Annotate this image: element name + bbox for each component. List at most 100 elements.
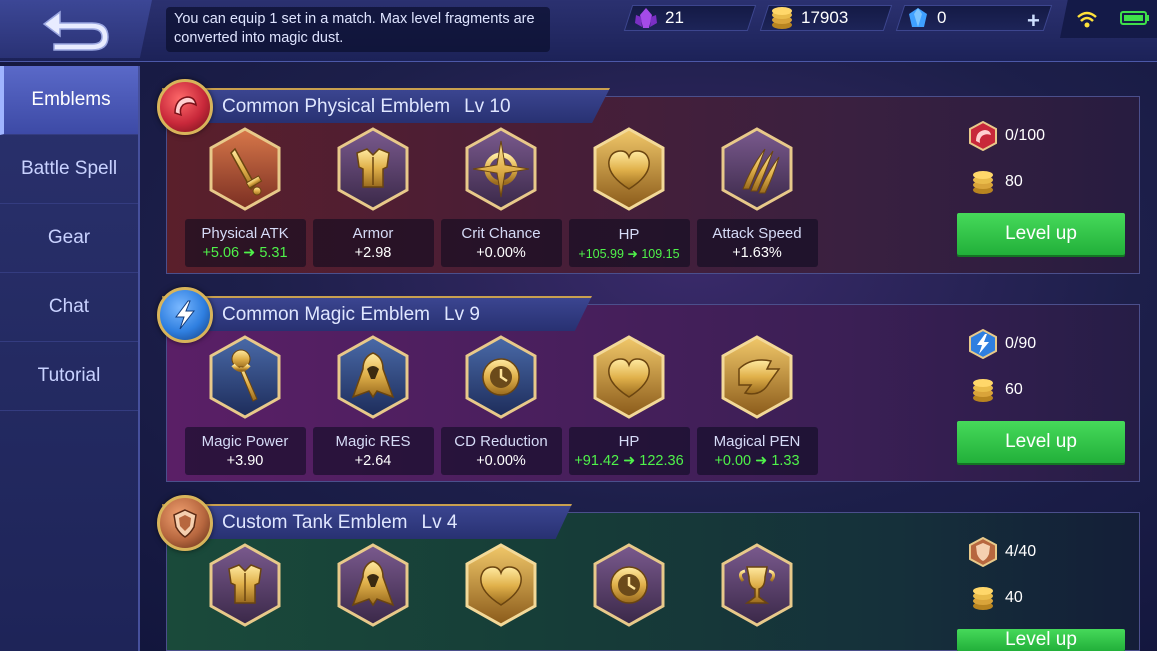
stat-value: +2.64 [354,453,392,469]
sidebar-item-battle-spell[interactable]: Battle Spell [0,135,138,204]
stat-name: Armor [352,225,394,242]
stat-box: HP +91.42 ➜ 122.36 [568,427,690,475]
stat-box: Attack Speed +1.63% [696,219,818,267]
stat-cd-reduction: CD Reduction +0.00% [437,335,565,475]
wifi-icon [1077,11,1097,28]
emblem-side-info: 0/90 60 [967,329,1137,421]
level-up-cost: 40 [1005,589,1023,606]
stat-value: +0.00% [476,245,526,261]
currency-crystal: 21 [623,5,757,31]
gold-coins-icon [967,167,999,197]
sidebar-item-gear[interactable]: Gear [0,204,138,273]
level-up-button[interactable]: Level up [957,629,1125,651]
armor-icon[interactable] [337,127,409,211]
emblem-level: Lv 9 [444,304,480,325]
stat-name: HP [618,225,640,243]
emblem-name: Custom Tank Emblem [222,512,408,533]
stat-box: HP +105.99 ➜ 109.15 [568,219,690,267]
emblem-panel-tank: Custom Tank Emblem Lv 4 4/40 40 Level up [157,495,1140,651]
stat-armor: Armor +2.98 [309,127,437,267]
stat-name: CD Reduction [454,433,548,450]
stat-name: Physical ATK [201,225,289,242]
magic-pen-icon[interactable] [721,335,793,419]
stat-box: Physical ATK +5.06 ➜ 5.31 [184,219,306,267]
sidebar: Emblems Battle Spell Gear Chat Tutorial [0,66,140,651]
stat-box: Crit Chance +0.00% [440,219,562,267]
stat-name: HP [618,433,640,450]
stat-magical-pen: Magical PEN +0.00 ➜ 1.33 [693,335,821,475]
crit-icon[interactable] [465,127,537,211]
emblem-banner: Custom Tank Emblem Lv 4 [162,504,572,539]
magic-emblem-icon [157,287,213,343]
stat-value: +0.00% [476,453,526,469]
heart-icon[interactable] [593,335,665,419]
stats-row [181,543,821,627]
physical-fragment-icon [967,121,999,151]
sidebar-item-tutorial[interactable]: Tutorial [0,342,138,411]
crystal-count: 21 [665,8,684,27]
stat-magic-power: Magic Power +3.90 [181,335,309,475]
stat-name: Magic Power [201,433,289,450]
diamond-count: 0 [937,8,947,27]
emblem-level: Lv 4 [421,512,458,533]
top-bar: You can equip 1 set in a match. Max leve… [0,0,1157,62]
stat-value: +105.99 ➜ 109.15 [578,246,680,261]
level-up-button[interactable]: Level up [957,213,1125,255]
stat-value: +3.90 [226,453,264,469]
stats-row: Magic Power +3.90 Magic RES +2.64 CD Red… [181,335,821,475]
emblem-side-info: 4/40 40 [967,537,1137,629]
stat-value: +5.06 ➜ 5.31 [202,245,288,261]
magic-fragment-icon [967,329,999,359]
back-button[interactable] [0,0,152,58]
armor-icon[interactable] [209,543,281,627]
diamond-icon [903,6,933,30]
stat-name: Magic RES [335,433,411,450]
battery-icon [1120,11,1149,25]
purple-crystal-icon [631,6,661,30]
fragment-count: 4/40 [1005,543,1037,560]
stat-hp: HP +91.42 ➜ 122.36 [565,335,693,475]
staff-icon[interactable] [209,335,281,419]
stat-value: +2.98 [354,245,392,261]
stat-value: +0.00 ➜ 1.33 [714,453,800,469]
stat-value: +1.63% [732,245,782,261]
sidebar-item-chat[interactable]: Chat [0,273,138,342]
cooldown-icon[interactable] [593,543,665,627]
emblem-panel-physical: Common Physical Emblem Lv 10 Physical ATK… [157,79,1140,274]
fragment-count: 0/90 [1005,335,1037,352]
gold-count: 17903 [801,8,849,27]
cloak-icon[interactable] [337,335,409,419]
gold-coins-icon [767,6,797,30]
level-up-cost: 80 [1005,173,1023,190]
heart-icon[interactable] [593,127,665,211]
stat-box: Magic Power +3.90 [184,427,306,475]
chalice-icon[interactable] [721,543,793,627]
gold-coins-icon [967,583,999,613]
stat-magic-res: Magic RES +2.64 [309,335,437,475]
cloak-icon[interactable] [337,543,409,627]
stat-value: +91.42 ➜ 122.36 [574,453,684,469]
stat-box: Armor +2.98 [312,219,434,267]
cooldown-icon[interactable] [465,335,537,419]
emblem-panel-magic: Common Magic Emblem Lv 9 Magic Power +3.9… [157,287,1140,482]
level-up-button[interactable]: Level up [957,421,1125,463]
stat-name: Attack Speed [712,225,802,242]
emblem-banner: Common Magic Emblem Lv 9 [162,296,592,331]
heart-icon[interactable] [465,543,537,627]
physical-emblem-icon [157,79,213,135]
stats-row: Physical ATK +5.06 ➜ 5.31 Armor +2.98 Cr… [181,127,821,267]
sidebar-item-emblems[interactable]: Emblems [0,66,138,135]
tank-fragment-icon [967,537,999,567]
emblem-side-info: 0/100 80 [967,121,1137,213]
level-up-cost: 60 [1005,381,1023,398]
add-diamond-button[interactable]: + [1027,8,1040,34]
back-arrow-icon [42,10,109,51]
status-area [1060,0,1157,38]
stat-crit-chance: Crit Chance +0.00% [437,127,565,267]
gold-coins-icon [967,375,999,405]
sword-icon[interactable] [209,127,281,211]
currency-diamond: 0 + [895,5,1053,34]
claw-icon[interactable] [721,127,793,211]
stat-hp: HP +105.99 ➜ 109.15 [565,127,693,267]
stat-name: Crit Chance [461,225,541,242]
